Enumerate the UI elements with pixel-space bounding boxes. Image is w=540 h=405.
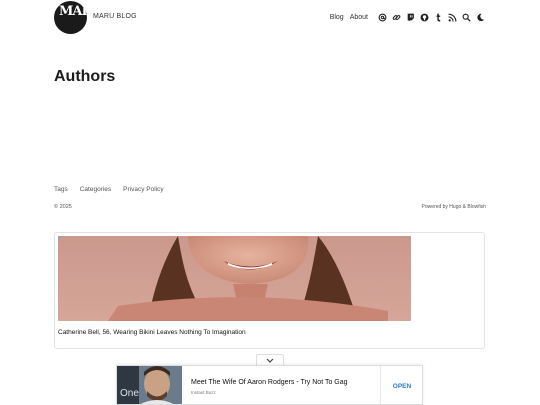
logo-text: MARU xyxy=(59,4,87,19)
ad-card[interactable]: ▷ Catherine Bell, 56, Wearing Bikini Lea… xyxy=(54,232,485,349)
copyright: © 2025 xyxy=(54,204,72,210)
site-logo[interactable]: MARU xyxy=(54,1,87,34)
ad-thumbnail[interactable]: One xyxy=(117,366,182,404)
nav-about[interactable]: About xyxy=(350,14,368,21)
powered-by[interactable]: Powered by Hugo & Blowfish xyxy=(422,204,486,210)
thumbnail-text: One xyxy=(120,388,139,399)
moon-icon[interactable] xyxy=(475,12,486,23)
footer-link-privacy-policy[interactable]: Privacy Policy xyxy=(123,186,163,193)
search-icon[interactable] xyxy=(461,12,472,23)
github-icon[interactable] xyxy=(419,12,430,23)
site-title[interactable]: MARU BLOG xyxy=(93,13,137,20)
ad-headline[interactable]: Meet The Wife Of Aaron Rodgers - Try Not… xyxy=(191,379,348,386)
footer-link-categories[interactable]: Categories xyxy=(80,186,111,193)
site-header: MARU MARU BLOG Blog About xyxy=(54,0,486,36)
footer-link-tags[interactable]: Tags xyxy=(54,186,68,193)
footer-nav: Tags Categories Privacy Policy xyxy=(54,186,164,193)
ad-source: Instant Buzz xyxy=(191,390,216,395)
rss-icon[interactable] xyxy=(447,12,458,23)
nav-blog[interactable]: Blog xyxy=(330,14,344,21)
main-nav: Blog About xyxy=(330,11,486,23)
chevron-down-icon xyxy=(266,358,274,363)
twitch-icon[interactable] xyxy=(405,12,416,23)
ad-choices-icon[interactable]: ▷ xyxy=(58,235,62,241)
sticky-ad[interactable]: One Meet The Wife Of Aaron Rodgers - Try… xyxy=(116,365,423,405)
page-title: Authors xyxy=(54,68,116,85)
at-icon[interactable] xyxy=(377,12,388,23)
tumblr-icon[interactable] xyxy=(433,12,444,23)
ad-caption[interactable]: Catherine Bell, 56, Wearing Bikini Leave… xyxy=(58,329,246,336)
ad-image[interactable] xyxy=(58,236,411,321)
link-icon[interactable] xyxy=(391,12,402,23)
open-button[interactable]: OPEN xyxy=(380,366,422,404)
